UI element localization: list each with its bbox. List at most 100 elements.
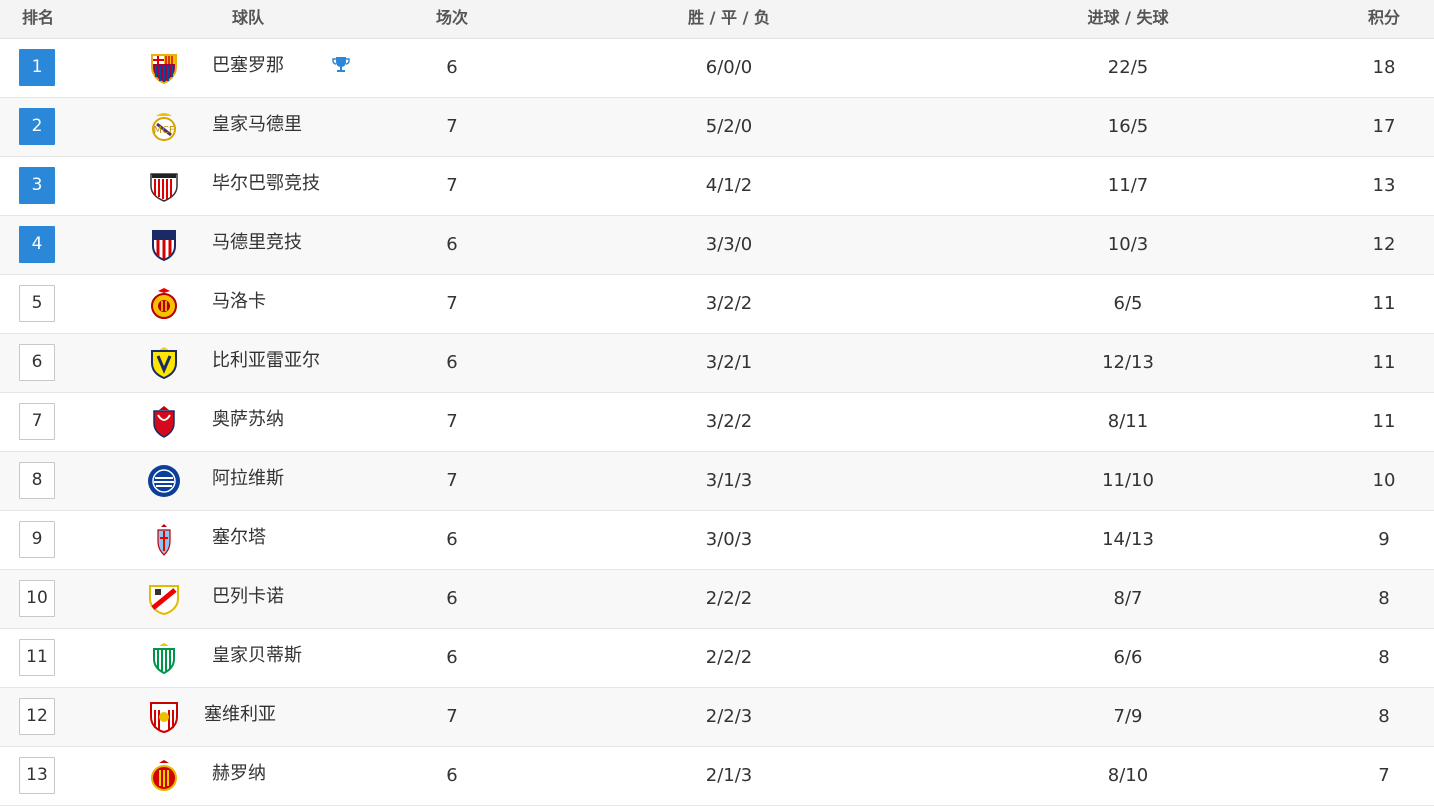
goals-for-against: 8/7: [1113, 588, 1143, 609]
header-points: 积分: [1367, 8, 1401, 27]
team-name[interactable]: 巴列卡诺: [212, 570, 284, 624]
header-wdl: 胜 / 平 / 负: [688, 8, 770, 27]
mallorca-crest-icon[interactable]: [147, 287, 181, 321]
matches-played: 7: [446, 293, 458, 314]
points: 8: [1378, 706, 1390, 727]
win-draw-loss: 3/2/2: [705, 411, 753, 432]
table-row[interactable]: 4 马德里竞技 6 3/3/0 10/3 12: [0, 216, 1434, 275]
table-row[interactable]: 13 赫罗纳 6 2/1/3 8/10 7: [0, 747, 1434, 806]
matches-played: 6: [446, 588, 458, 609]
goals-for-against: 8/10: [1107, 765, 1149, 786]
rank-badge: 8: [19, 462, 55, 499]
goals-for-against: 14/13: [1102, 529, 1154, 550]
rank-badge: 11: [19, 639, 55, 676]
barcelona-crest-icon[interactable]: [147, 51, 181, 85]
win-draw-loss: 3/3/0: [705, 234, 753, 255]
rank-badge: 7: [19, 403, 55, 440]
alaves-crest-icon[interactable]: [147, 464, 181, 498]
rank-badge: 9: [19, 521, 55, 558]
points: 9: [1378, 529, 1390, 550]
real-betis-crest-icon[interactable]: [147, 641, 181, 675]
table-row[interactable]: 9 塞尔塔 6 3/0/3 14/13 9: [0, 511, 1434, 570]
standings-table: 排名 球队 场次 胜 / 平 / 负 进球 / 失球 积分 1 巴塞罗那 6 6/0/…: [0, 0, 1434, 806]
win-draw-loss: 2/1/3: [705, 765, 753, 786]
villarreal-crest-icon[interactable]: [147, 346, 181, 380]
table-row[interactable]: 6 比利亚雷亚尔 6 3/2/1 12/13 11: [0, 334, 1434, 393]
atletico-madrid-crest-icon[interactable]: [147, 228, 181, 262]
real-madrid-crest-icon[interactable]: MCF: [147, 110, 181, 144]
athletic-bilbao-crest-icon[interactable]: [147, 169, 181, 203]
sevilla-crest-icon[interactable]: [147, 700, 181, 734]
rank-badge: 10: [19, 580, 55, 617]
team-name[interactable]: 皇家贝蒂斯: [212, 629, 302, 683]
table-body: 1 巴塞罗那 6 6/0/0 22/5 18 2 MCF 皇家马德里 7 5/2/0 16/5 17 3 毕…: [0, 39, 1434, 806]
points: 8: [1378, 588, 1390, 609]
table-row[interactable]: 7 奥萨苏纳 7 3/2/2 8/11 11: [0, 393, 1434, 452]
matches-played: 7: [446, 175, 458, 196]
win-draw-loss: 3/1/3: [705, 470, 753, 491]
rank-badge: 4: [19, 226, 55, 263]
rank-badge: 3: [19, 167, 55, 204]
header-team: 球队: [231, 8, 265, 27]
header-goals: 进球 / 失球: [1087, 8, 1169, 27]
team-name[interactable]: 阿拉维斯: [212, 452, 284, 506]
win-draw-loss: 6/0/0: [705, 57, 753, 78]
rank-badge: 1: [19, 49, 55, 86]
header-rank: 排名: [21, 8, 55, 27]
win-draw-loss: 3/0/3: [705, 529, 753, 550]
rank-badge: 2: [19, 108, 55, 145]
team-name[interactable]: 赫罗纳: [212, 747, 266, 801]
goals-for-against: 16/5: [1107, 116, 1149, 137]
win-draw-loss: 2/2/3: [705, 706, 753, 727]
points: 8: [1378, 647, 1390, 668]
goals-for-against: 22/5: [1107, 57, 1149, 78]
girona-crest-icon[interactable]: [147, 759, 181, 793]
team-name[interactable]: 马德里竞技: [212, 216, 302, 270]
table-row[interactable]: 12 塞维利亚 7 2/2/3 7/9 8: [0, 688, 1434, 747]
table-row[interactable]: 11 皇家贝蒂斯 6 2/2/2 6/6 8: [0, 629, 1434, 688]
rank-badge: 13: [19, 757, 55, 794]
matches-played: 7: [446, 706, 458, 727]
points: 11: [1372, 411, 1396, 432]
matches-played: 7: [446, 116, 458, 137]
points: 7: [1378, 765, 1390, 786]
table-row[interactable]: 3 毕尔巴鄂竞技 7 4/1/2 11/7 13: [0, 157, 1434, 216]
table-row[interactable]: 5 马洛卡 7 3/2/2 6/5 11: [0, 275, 1434, 334]
goals-for-against: 8/11: [1107, 411, 1149, 432]
team-name[interactable]: 马洛卡: [212, 275, 266, 329]
rank-badge: 6: [19, 344, 55, 381]
trophy-icon: [332, 55, 350, 78]
goals-for-against: 6/5: [1113, 293, 1143, 314]
rank-badge: 12: [19, 698, 55, 735]
goals-for-against: 12/13: [1102, 352, 1154, 373]
table-row[interactable]: 8 阿拉维斯 7 3/1/3 11/10 10: [0, 452, 1434, 511]
win-draw-loss: 2/2/2: [705, 588, 753, 609]
win-draw-loss: 2/2/2: [705, 647, 753, 668]
win-draw-loss: 4/1/2: [705, 175, 753, 196]
points: 13: [1372, 175, 1396, 196]
celta-crest-icon[interactable]: [147, 523, 181, 557]
team-name[interactable]: 巴塞罗那: [212, 39, 284, 93]
svg-text:MCF: MCF: [153, 125, 175, 136]
osasuna-crest-icon[interactable]: [147, 405, 181, 439]
points: 11: [1372, 293, 1396, 314]
points: 11: [1372, 352, 1396, 373]
rank-badge: 5: [19, 285, 55, 322]
rayo-vallecano-crest-icon[interactable]: [147, 582, 181, 616]
table-row[interactable]: 10 巴列卡诺 6 2/2/2 8/7 8: [0, 570, 1434, 629]
points: 12: [1372, 234, 1396, 255]
table-row[interactable]: 1 巴塞罗那 6 6/0/0 22/5 18: [0, 39, 1434, 98]
team-name[interactable]: 塞尔塔: [212, 511, 266, 565]
team-name[interactable]: 塞维利亚: [204, 688, 276, 742]
team-name[interactable]: 毕尔巴鄂竞技: [212, 157, 320, 211]
matches-played: 6: [446, 57, 458, 78]
table-header: 排名 球队 场次 胜 / 平 / 负 进球 / 失球 积分: [0, 0, 1434, 39]
win-draw-loss: 3/2/1: [705, 352, 753, 373]
goals-for-against: 11/7: [1107, 175, 1149, 196]
table-row[interactable]: 2 MCF 皇家马德里 7 5/2/0 16/5 17: [0, 98, 1434, 157]
matches-played: 6: [446, 647, 458, 668]
team-name[interactable]: 比利亚雷亚尔: [212, 334, 320, 388]
matches-played: 6: [446, 234, 458, 255]
team-name[interactable]: 皇家马德里: [212, 98, 302, 152]
team-name[interactable]: 奥萨苏纳: [212, 393, 284, 447]
